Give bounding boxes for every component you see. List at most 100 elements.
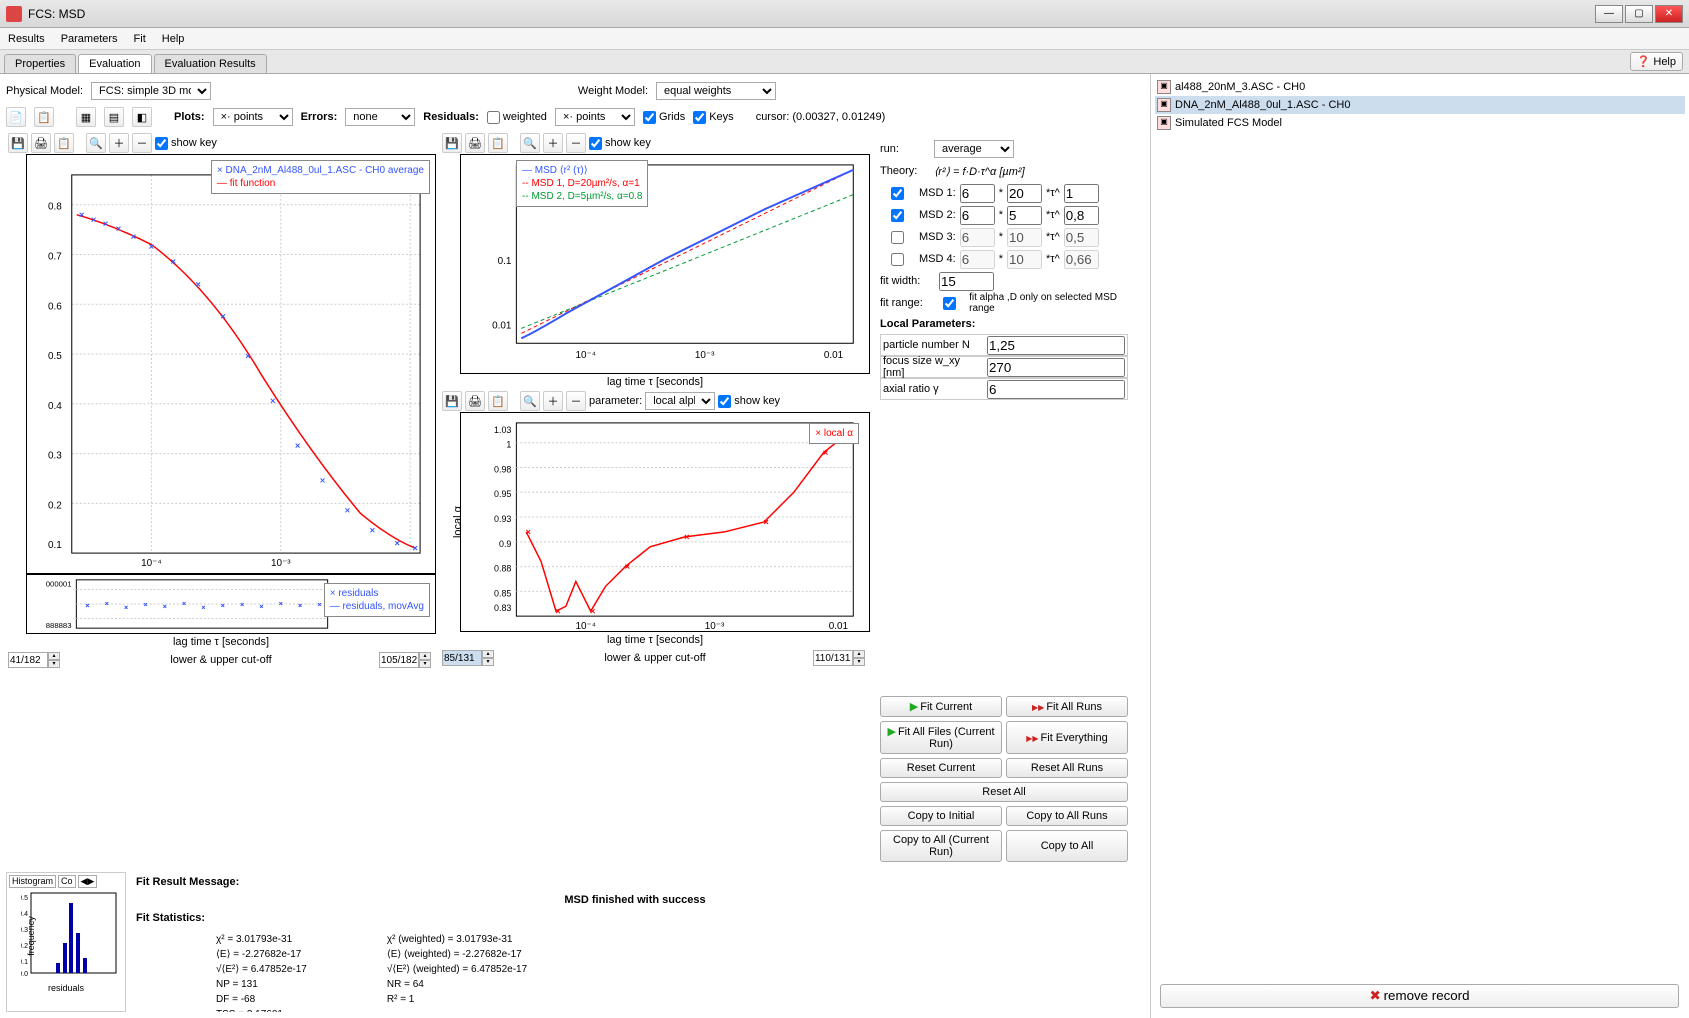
alpha-plot[interactable]: 1.0310.980.950.930.90.880.850.83 10⁻⁴10⁻… [460, 412, 870, 632]
plots-select[interactable]: ×· points [213, 108, 293, 126]
msd1-v1[interactable] [960, 184, 995, 203]
fit-everything-button[interactable]: Fit Everything [1006, 721, 1128, 754]
cutoff1-right[interactable]: ▴▾ [379, 652, 434, 668]
copy-plot-icon[interactable]: 📋 [54, 133, 74, 153]
svg-text:0.8: 0.8 [48, 202, 62, 213]
focus-size-input[interactable] [987, 358, 1125, 377]
tab-properties[interactable]: Properties [4, 54, 76, 73]
keys-checkbox[interactable] [693, 111, 706, 124]
file-item-0[interactable]: ▣al488_20nM_3.ASC - CH0 [1155, 78, 1685, 96]
showkey-alpha-checkbox[interactable] [718, 395, 731, 408]
save-alpha-icon[interactable]: 💾 [442, 391, 462, 411]
showkey-left-checkbox[interactable] [155, 137, 168, 150]
tool-icon-1[interactable]: 📄 [6, 107, 26, 127]
cutoff1-left[interactable]: ▴▾ [8, 652, 63, 668]
correlation-plot[interactable]: 0.80.70.60.50.40.30.20.1 10⁻⁴10⁻³ × DNA_… [26, 154, 436, 574]
menu-fit[interactable]: Fit [134, 33, 146, 45]
cutoff2-left[interactable]: ▴▾ [442, 650, 497, 666]
residplot-select[interactable]: ×· points [555, 108, 635, 126]
zoom-fit-msd-icon[interactable]: 🔍 [520, 133, 540, 153]
copy-msd-icon[interactable]: 📋 [488, 133, 508, 153]
alpha-xlabel: lag time τ [seconds] [440, 632, 870, 648]
msd2-v3[interactable] [1064, 206, 1099, 225]
zoom-in-icon[interactable]: ＋ [109, 133, 129, 153]
zoom-in-msd-icon[interactable]: ＋ [543, 133, 563, 153]
histogram-panel: Histogram Co ◀▶ frequency 0.50.40.30.20.… [6, 872, 126, 1012]
errors-select[interactable]: none [345, 108, 415, 126]
copy-initial-button[interactable]: Copy to Initial [880, 806, 1002, 826]
file-item-1[interactable]: ▣DNA_2nM_Al488_0ul_1.ASC - CH0 [1155, 96, 1685, 114]
copy-all-current-button[interactable]: Copy to All (Current Run) [880, 830, 1002, 862]
cutoff2-right[interactable]: ▴▾ [813, 650, 868, 666]
tab-evaluation-results[interactable]: Evaluation Results [154, 54, 267, 73]
fitrange-check[interactable] [934, 297, 966, 310]
axial-ratio-input[interactable] [987, 380, 1125, 399]
fit-all-files-button[interactable]: Fit All Files (Current Run) [880, 721, 1002, 754]
particle-n-input[interactable] [987, 336, 1125, 355]
histo-tab-more[interactable]: ◀▶ [78, 875, 98, 888]
tool-icon-5[interactable]: ◧ [132, 107, 152, 127]
copy-all-button[interactable]: Copy to All [1006, 830, 1128, 862]
save-plot-icon[interactable]: 💾 [8, 133, 28, 153]
print-alpha-icon[interactable]: 🖨 [465, 391, 485, 411]
fitwidth-input[interactable] [939, 272, 994, 291]
copy-all-runs-button[interactable]: Copy to All Runs [1006, 806, 1128, 826]
menu-help[interactable]: Help [162, 33, 185, 45]
msd1-v2[interactable] [1007, 184, 1042, 203]
maximize-button[interactable]: ▢ [1625, 5, 1653, 23]
showkey-msd-checkbox[interactable] [589, 137, 602, 150]
histo-tab-co[interactable]: Co [58, 875, 76, 888]
residuals-plot[interactable]: 000001 888883 × residuals — residuals, m… [26, 574, 436, 634]
save-msd-icon[interactable]: 💾 [442, 133, 462, 153]
reset-current-button[interactable]: Reset Current [880, 758, 1002, 778]
msd-xlabel: lag time τ [seconds] [440, 374, 870, 390]
grids-checkbox[interactable] [643, 111, 656, 124]
tool-icon-3[interactable]: ▦ [76, 107, 96, 127]
tab-evaluation[interactable]: Evaluation [78, 54, 151, 73]
zoom-fit-icon[interactable]: 🔍 [86, 133, 106, 153]
run-select[interactable]: average [934, 140, 1014, 158]
reset-all-button[interactable]: Reset All [880, 782, 1128, 802]
tool-icon-2[interactable]: 📋 [34, 107, 54, 127]
svg-text:0.6: 0.6 [48, 301, 62, 312]
zoom-out-msd-icon[interactable]: － [566, 133, 586, 153]
help-button[interactable]: ❓ Help [1630, 52, 1683, 71]
msd2-check[interactable] [880, 209, 915, 222]
msd3-v2 [1007, 228, 1042, 247]
zoom-fit-alpha-icon[interactable]: 🔍 [520, 391, 540, 411]
menu-results[interactable]: Results [8, 33, 45, 45]
weightmodel-select[interactable]: equal weights [656, 82, 776, 100]
svg-text:10⁻⁴: 10⁻⁴ [575, 621, 595, 631]
reset-all-runs-button[interactable]: Reset All Runs [1006, 758, 1128, 778]
msd2-v2[interactable] [1007, 206, 1042, 225]
minimize-button[interactable]: — [1595, 5, 1623, 23]
msd-plot[interactable]: 0.10.01 10⁻⁴10⁻³0.01 — MSD ⟨r² (τ)⟩ -- M… [460, 154, 870, 374]
svg-text:10⁻⁴: 10⁻⁴ [141, 558, 162, 569]
alpha-param-select[interactable]: local alpha [645, 392, 715, 410]
print-msd-icon[interactable]: 🖨 [465, 133, 485, 153]
menu-parameters[interactable]: Parameters [61, 33, 118, 45]
fit-current-button[interactable]: Fit Current [880, 696, 1002, 717]
weighted-checkbox[interactable] [487, 111, 500, 124]
zoom-out-icon[interactable]: － [132, 133, 152, 153]
file-item-2[interactable]: ▣Simulated FCS Model [1155, 114, 1685, 132]
svg-text:10⁻³: 10⁻³ [705, 621, 725, 631]
histo-tab-histogram[interactable]: Histogram [9, 875, 56, 888]
msd4-check[interactable] [880, 253, 915, 266]
zoom-out-alpha-icon[interactable]: － [566, 391, 586, 411]
remove-record-button[interactable]: remove record [1160, 984, 1679, 1008]
msd1-v3[interactable] [1064, 184, 1099, 203]
msd4-v2 [1007, 250, 1042, 269]
physmodel-select[interactable]: FCS: simple 3D model [91, 82, 211, 100]
tool-icon-4[interactable]: ▤ [104, 107, 124, 127]
zoom-in-alpha-icon[interactable]: ＋ [543, 391, 563, 411]
histogram-plot: 0.50.40.30.20.10.0 [21, 888, 121, 983]
msd1-check[interactable] [880, 187, 915, 200]
copy-alpha-icon[interactable]: 📋 [488, 391, 508, 411]
print-plot-icon[interactable]: 🖨 [31, 133, 51, 153]
msd3-check[interactable] [880, 231, 915, 244]
fit-all-runs-button[interactable]: Fit All Runs [1006, 696, 1128, 717]
svg-text:10⁻⁴: 10⁻⁴ [575, 350, 595, 361]
close-button[interactable]: ✕ [1655, 5, 1683, 23]
msd2-v1[interactable] [960, 206, 995, 225]
